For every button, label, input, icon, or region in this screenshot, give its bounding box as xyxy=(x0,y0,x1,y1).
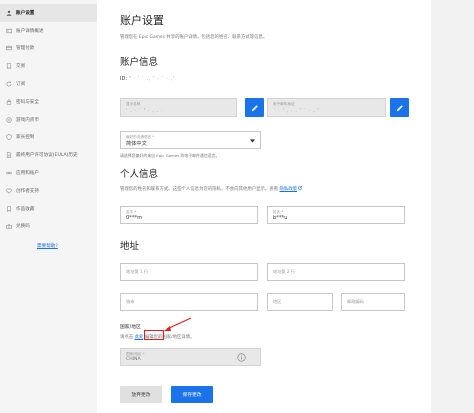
language-select[interactable]: 偏好的沟通语言 * 简体中文 xyxy=(120,131,261,149)
region-placeholder: 地区 xyxy=(273,299,282,304)
heart-icon xyxy=(6,188,12,194)
sidebar-item[interactable]: 订阅 xyxy=(0,75,97,93)
sidebar-item[interactable]: 最终用户许可协议(EULA)历史 xyxy=(0,146,97,164)
sidebar-item[interactable]: 管理付款 xyxy=(0,40,97,58)
language-value: 简体中文 xyxy=(126,141,147,147)
sidebar-item-label: 应用和账户 xyxy=(16,171,39,177)
help-link[interactable]: 需要帮助? xyxy=(0,243,97,249)
account-id-prefix: ID: xyxy=(120,76,128,82)
sidebar-item-label: 作品收藏 xyxy=(16,206,35,212)
gift-icon xyxy=(6,224,12,230)
first-name-field[interactable]: 名字 * 0***m xyxy=(120,206,258,224)
save-changes-button[interactable]: 保存更改 xyxy=(171,386,213,403)
external-link-icon xyxy=(298,186,303,190)
sidebar-item-label: 账户设置 xyxy=(16,10,35,16)
sidebar-item[interactable]: 作品收藏 xyxy=(0,200,97,218)
sidebar-item-label: 密码与安全 xyxy=(16,99,39,105)
person-icon xyxy=(6,10,12,16)
address-heading: 地址 xyxy=(120,241,140,252)
email-label: 电子邮件地址 xyxy=(273,102,295,106)
bookmark-icon xyxy=(7,205,11,212)
sidebar-item[interactable]: 兑换码 xyxy=(0,218,97,236)
link-icon xyxy=(6,171,12,175)
sidebar-item-label: 兑换码 xyxy=(16,224,30,230)
country-value: CHINA xyxy=(126,357,141,362)
privacy-policy-link[interactable]: 隐私政策 xyxy=(279,187,297,192)
sidebar-item[interactable]: 密码与安全 xyxy=(0,93,97,111)
info-icon xyxy=(237,353,246,362)
sidebar-item[interactable]: 家长控制 xyxy=(0,129,97,147)
sidebar-item-label: 创作者支持 xyxy=(16,188,39,194)
region-input[interactable]: 地区 xyxy=(267,293,333,311)
personal-info-description: 管理您的姓名和联系方式。这些个人信息为您的隐私，不会向其他用户显示。查看 隐私政… xyxy=(120,186,303,192)
address-line2-placeholder: 地址第 2 行 xyxy=(273,269,296,274)
sidebar-item[interactable]: 创作者支持 xyxy=(0,182,97,200)
receipt-icon xyxy=(6,63,12,70)
document-icon xyxy=(6,152,12,159)
sidebar-item[interactable]: 游戏内货币 xyxy=(0,111,97,129)
country-heading: 国家/地区 xyxy=(120,325,141,330)
page-background xyxy=(431,0,474,413)
first-name-value: 0***m xyxy=(126,215,143,221)
refresh-icon xyxy=(6,81,12,87)
caret-down-icon xyxy=(250,139,255,143)
last-name-field[interactable]: 姓氏 * b***u xyxy=(267,206,405,224)
display-name-label: 显示名称 xyxy=(126,102,141,106)
lock-icon xyxy=(6,99,12,105)
address-line1-placeholder: 地址第 1 行 xyxy=(126,269,149,274)
sidebar: 账户设置账户详情概述 管理付款交易订阅密码与安全游戏内货币家长控制最终用户许可协议… xyxy=(0,0,98,413)
personal-info-text: 管理您的姓名和联系方式。这些个人信息为您的隐私，不会向其他用户显示。查看 xyxy=(120,187,279,192)
sidebar-item-label: 订阅 xyxy=(16,82,26,88)
display-name-field[interactable]: 显示名称 ' , · ˙ ' · , . · xyxy=(120,98,237,117)
sidebar-item-label: 交易 xyxy=(16,64,26,70)
language-note: 请选择您偏好的来自 Epic Games 的电子邮件通信语言。 xyxy=(120,153,220,158)
shield-icon xyxy=(6,134,12,141)
account-id: ID: " · ' ˙ ., ' · ˙ · ,' xyxy=(120,76,174,82)
page-description: 管理您在 Epic Games 共享的账户详情，包括您的姓名、联系方式等信息。 xyxy=(120,35,268,40)
last-name-value: b***u xyxy=(273,215,288,221)
page-title: 账户设置 xyxy=(120,14,164,27)
address-line1-input[interactable]: 地址第 1 行 xyxy=(120,263,258,281)
country-field: 国家/地区 * CHINA xyxy=(120,348,261,366)
country-note-prefix: 请点击 xyxy=(120,335,134,340)
sidebar-item-label: 最终用户许可协议(EULA)历史 xyxy=(16,153,78,159)
sidebar-item[interactable]: 交易 xyxy=(0,57,97,75)
pencil-icon xyxy=(251,104,258,111)
pencil-icon xyxy=(396,104,403,111)
edit-email-button[interactable] xyxy=(390,98,409,117)
postal-code-placeholder: 邮政编码 xyxy=(347,299,364,304)
coin-icon xyxy=(6,117,12,123)
display-name-value: ' , · ˙ ' · , . · xyxy=(126,108,164,114)
sidebar-item[interactable]: 账户设置 xyxy=(0,4,97,22)
discard-changes-button[interactable]: 放弃更改 xyxy=(120,386,162,403)
city-placeholder: 城市 xyxy=(126,299,135,304)
account-id-value: " · ' ˙ ., ' · ˙ · ,' xyxy=(128,76,175,82)
email-field[interactable]: 电子邮件地址 ˙ · ' , · . ' ˙ · , ' xyxy=(267,98,386,117)
email-value: ˙ · ' , · . ' ˙ · , ' xyxy=(273,108,320,114)
sidebar-item-label: 游戏内货币 xyxy=(16,117,39,123)
country-edit-link[interactable]: 此处 xyxy=(135,335,144,340)
sidebar-item[interactable]: 应用和账户 xyxy=(0,164,97,182)
annotation-arrow-icon xyxy=(164,317,192,331)
sidebar-list: 账户设置账户详情概述 管理付款交易订阅密码与安全游戏内货币家长控制最终用户许可协议… xyxy=(0,4,97,235)
credit-card-icon xyxy=(6,46,12,51)
address-line2-input[interactable]: 地址第 2 行 xyxy=(267,263,405,281)
sidebar-item-label: 账户详情概述 xyxy=(16,28,44,34)
city-input[interactable]: 城市 xyxy=(120,293,258,311)
id-card-icon xyxy=(6,28,12,33)
postal-code-input[interactable]: 邮政编码 xyxy=(341,293,405,311)
account-info-heading: 账户信息 xyxy=(120,57,159,68)
main-panel: 账户设置 管理您在 Epic Games 共享的账户详情，包括您的姓名、联系方式… xyxy=(97,0,431,413)
sidebar-item[interactable]: 账户详情概述 xyxy=(0,22,97,40)
sidebar-item-label: 管理付款 xyxy=(16,46,35,52)
sidebar-item-label: 家长控制 xyxy=(16,135,35,141)
edit-display-name-button[interactable] xyxy=(245,98,264,117)
personal-info-heading: 个人信息 xyxy=(120,169,159,180)
